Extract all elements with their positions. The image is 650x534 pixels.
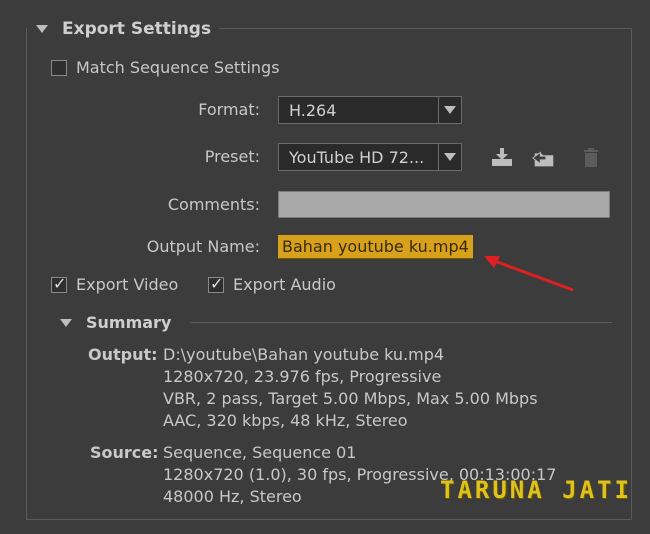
format-label: Format:: [198, 100, 260, 119]
format-dropdown[interactable]: H.264: [278, 96, 462, 124]
match-sequence-checkbox[interactable]: [51, 60, 67, 76]
watermark: TARUNA JATI: [440, 476, 632, 504]
output-line: AAC, 320 kbps, 48 kHz, Stereo: [163, 411, 408, 430]
format-value: H.264: [289, 100, 337, 120]
output-name-link[interactable]: Bahan youtube ku.mp4: [278, 235, 473, 259]
summary-divider: [190, 322, 612, 323]
section-title: Export Settings: [62, 19, 212, 39]
comments-field[interactable]: [278, 191, 610, 218]
preset-label: Preset:: [204, 147, 260, 166]
output-line: VBR, 2 pass, Target 5.00 Mbps, Max 5.00 …: [163, 389, 538, 408]
export-video-label: Export Video: [76, 275, 179, 294]
collapse-triangle-icon[interactable]: [60, 318, 72, 327]
summary-title: Summary: [86, 313, 172, 332]
output-line: 1280x720, 23.976 fps, Progressive: [163, 367, 442, 386]
export-audio-checkbox[interactable]: [208, 274, 224, 293]
import-preset-icon[interactable]: [531, 145, 557, 171]
source-line: 48000 Hz, Stereo: [163, 487, 302, 506]
comments-label: Comments:: [167, 195, 260, 214]
chevron-down-icon: [439, 153, 461, 161]
export-audio-label: Export Audio: [233, 275, 336, 294]
red-arrow-annotation: [484, 256, 574, 292]
preset-value: YouTube HD 72...: [289, 147, 425, 167]
output-line: D:\youtube\Bahan youtube ku.mp4: [163, 345, 445, 364]
collapse-triangle-icon[interactable]: [36, 25, 48, 33]
export-settings-header[interactable]: Export Settings: [36, 16, 220, 42]
output-summary-label: Output:: [88, 345, 158, 364]
source-summary-label: Source:: [90, 443, 159, 462]
export-video-checkbox[interactable]: [51, 274, 67, 293]
preset-dropdown[interactable]: YouTube HD 72...: [278, 143, 462, 171]
match-sequence-label: Match Sequence Settings: [76, 58, 280, 77]
chevron-down-icon: [439, 106, 461, 114]
delete-preset-icon[interactable]: [578, 145, 604, 171]
summary-header[interactable]: Summary: [60, 313, 171, 332]
save-preset-icon[interactable]: [489, 144, 515, 170]
source-line: Sequence, Sequence 01: [163, 443, 357, 462]
panel-top-border: [212, 28, 632, 29]
output-name-label: Output Name:: [146, 237, 260, 256]
